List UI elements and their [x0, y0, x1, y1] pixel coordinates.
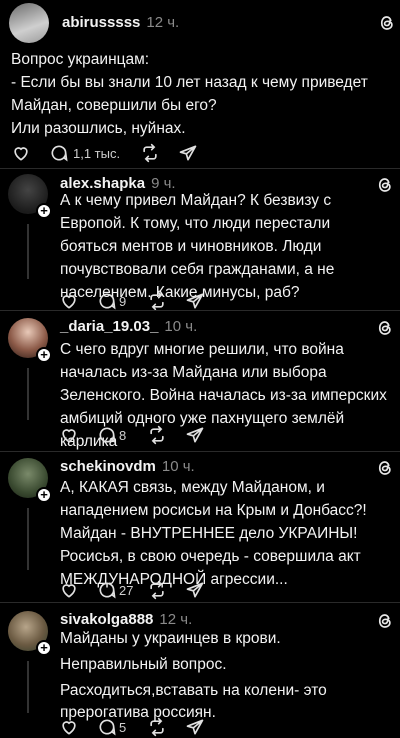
thread-line	[27, 368, 29, 420]
heart-icon	[62, 429, 76, 443]
action-bar: 9	[59, 290, 205, 312]
like-button[interactable]	[59, 580, 97, 600]
repost-icon	[150, 717, 164, 737]
post-line: Неправильный вопрос.	[60, 656, 227, 673]
comment-icon	[99, 427, 116, 444]
share-button[interactable]	[185, 717, 205, 737]
threads-icon[interactable]	[376, 319, 394, 337]
share-icon	[186, 427, 204, 443]
post-line: - Если бы вы знали 10 лет назад к чему п…	[11, 74, 368, 114]
share-icon	[179, 145, 197, 161]
repost-button[interactable]	[140, 143, 178, 163]
share-button[interactable]	[185, 580, 205, 600]
heart-icon	[62, 721, 76, 735]
post-body: Вопрос украинцам: - Если бы вы знали 10 …	[11, 48, 386, 140]
share-button[interactable]	[185, 425, 205, 445]
username-text[interactable]: _daria_19.03_	[60, 318, 158, 335]
action-bar: 8	[59, 424, 205, 446]
share-button[interactable]	[185, 291, 205, 311]
comment-icon	[51, 145, 68, 162]
comment-icon	[99, 719, 116, 736]
post-body: А, КАКАЯ связь, между Майданом, и нападе…	[60, 476, 390, 591]
post-body: Майданы у украинцев в крови. Неправильны…	[60, 628, 390, 724]
repost-icon	[143, 143, 157, 163]
timestamp: 10 ч.	[161, 458, 195, 475]
repost-icon	[150, 291, 164, 311]
reply-post: + sivakolga888 12 ч. Майданы у украинцев …	[0, 603, 400, 738]
comment-button[interactable]: 8	[97, 425, 147, 445]
follow-plus-icon[interactable]: +	[36, 203, 52, 219]
comment-icon	[99, 293, 116, 310]
share-icon	[186, 719, 204, 735]
heart-icon	[14, 147, 28, 161]
repost-button[interactable]	[147, 291, 185, 311]
heart-icon	[62, 295, 76, 309]
comment-button[interactable]: 5	[97, 717, 147, 737]
comment-button[interactable]: 1,1 тыс.	[49, 143, 120, 163]
post-main: abirusssss 12 ч. Вопрос украинцам: - Если…	[0, 0, 400, 168]
comment-count: 5	[119, 719, 127, 735]
thread-line	[27, 224, 29, 279]
timestamp: 12 ч.	[159, 611, 193, 628]
username-text[interactable]: sivakolga888	[60, 611, 153, 628]
heart-icon	[62, 584, 76, 598]
thread-line	[27, 661, 29, 713]
like-button[interactable]	[59, 291, 97, 311]
comment-count: 8	[119, 427, 127, 443]
post-line: Майданы у украинцев в крови.	[60, 630, 281, 647]
action-bar: 1,1 тыс.	[11, 142, 198, 164]
username[interactable]: schekinovdm 10 ч.	[60, 458, 195, 475]
username-text[interactable]: schekinovdm	[60, 458, 156, 475]
comment-count: 9	[119, 293, 127, 309]
reply-post: + alex.shapka 9 ч. А к чему привел Майдан…	[0, 169, 400, 314]
like-button[interactable]	[11, 143, 49, 163]
username-text[interactable]: abirusssss	[62, 14, 140, 31]
repost-button[interactable]	[147, 425, 185, 445]
follow-plus-icon[interactable]: +	[36, 487, 52, 503]
follow-plus-icon[interactable]: +	[36, 347, 52, 363]
repost-icon	[150, 580, 164, 600]
threads-icon[interactable]	[376, 459, 394, 477]
avatar[interactable]	[9, 3, 49, 43]
follow-plus-icon[interactable]: +	[36, 640, 52, 656]
post-line: Вопрос украинцам:	[11, 51, 150, 68]
like-button[interactable]	[59, 717, 97, 737]
share-icon	[186, 582, 204, 598]
action-bar: 5	[59, 716, 205, 738]
reply-post: + schekinovdm 10 ч. А, КАКАЯ связь, между…	[0, 452, 400, 602]
share-button[interactable]	[178, 143, 198, 163]
username[interactable]: _daria_19.03_ 10 ч.	[60, 318, 197, 335]
post-line: А к чему привел Майдан? К безвизу с Евро…	[60, 192, 335, 301]
thread-line	[27, 508, 29, 570]
post-line: А, КАКАЯ связь, между Майданом, и нападе…	[60, 479, 367, 588]
repost-icon	[150, 425, 164, 445]
comment-button[interactable]: 9	[97, 291, 147, 311]
comment-count: 27	[119, 582, 134, 598]
like-button[interactable]	[59, 425, 97, 445]
repost-button[interactable]	[147, 580, 185, 600]
post-body: А к чему привел Майдан? К безвизу с Евро…	[60, 189, 388, 304]
post-line: Или разошлись, нуйнах.	[11, 120, 186, 137]
username[interactable]: sivakolga888 12 ч.	[60, 611, 192, 628]
username[interactable]: abirusssss 12 ч.	[62, 14, 179, 31]
share-icon	[186, 293, 204, 309]
repost-button[interactable]	[147, 717, 185, 737]
comment-count: 1,1 тыс.	[73, 145, 121, 161]
timestamp: 10 ч.	[164, 318, 198, 335]
threads-icon[interactable]	[378, 14, 396, 32]
comment-icon	[99, 582, 116, 599]
action-bar: 27	[59, 579, 205, 601]
reply-post: + _daria_19.03_ 10 ч. С чего вдруг многие…	[0, 311, 400, 451]
timestamp: 12 ч.	[146, 14, 180, 31]
comment-button[interactable]: 27	[97, 580, 147, 600]
